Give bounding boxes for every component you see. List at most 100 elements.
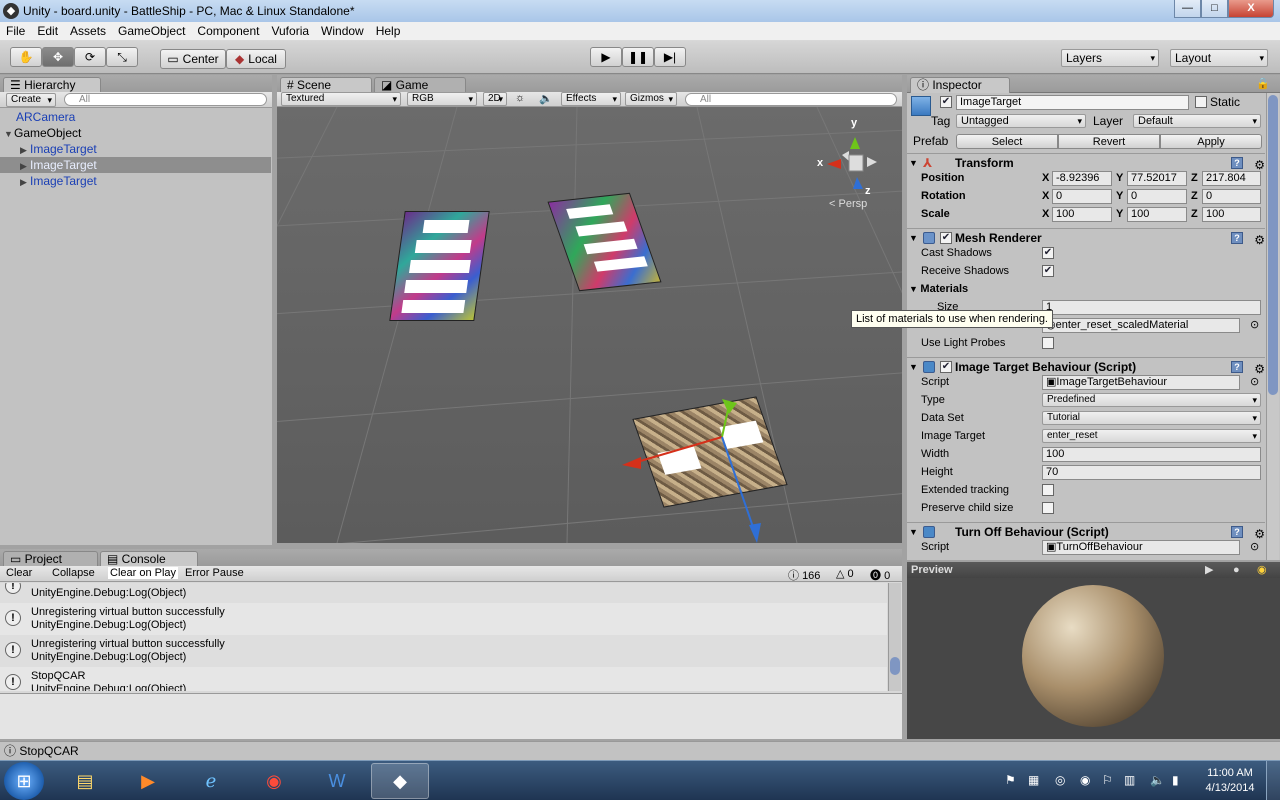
image-target-script-field[interactable]: ▣ImageTargetBehaviour: [1042, 375, 1240, 390]
rotation-z-input[interactable]: 0: [1202, 189, 1261, 204]
play-button[interactable]: ▶: [590, 47, 622, 67]
move-gizmo[interactable]: [277, 107, 902, 543]
tag-dropdown[interactable]: Untagged: [956, 114, 1086, 128]
expand-arrow-icon[interactable]: ▶: [20, 174, 30, 190]
layout-dropdown[interactable]: Layout: [1170, 49, 1268, 67]
object-name-input[interactable]: ImageTarget: [956, 95, 1189, 110]
maximize-button[interactable]: □: [1201, 0, 1228, 18]
prefab-apply-button[interactable]: Apply: [1160, 134, 1262, 149]
active-checkbox[interactable]: ✔: [940, 96, 952, 108]
collapse-button[interactable]: Collapse: [52, 567, 95, 579]
menu-edit[interactable]: Edit: [31, 24, 64, 38]
width-input[interactable]: 100: [1042, 447, 1261, 462]
tab-scene[interactable]: # Scene: [280, 77, 372, 93]
audio-toggle-icon[interactable]: 🔈: [539, 92, 553, 105]
turn-off-behaviour-header[interactable]: ▼ Turn Off Behaviour (Script) ? ⚙: [907, 522, 1265, 541]
position-y-input[interactable]: 77.52017: [1127, 171, 1187, 186]
hand-tool-icon[interactable]: ✋: [10, 47, 42, 67]
fold-arrow-icon[interactable]: ▼: [909, 154, 918, 172]
layers-dropdown[interactable]: Layers: [1061, 49, 1159, 67]
turn-off-script-field[interactable]: ▣TurnOffBehaviour: [1042, 540, 1240, 555]
device-tray-icon[interactable]: ▥: [1124, 773, 1135, 787]
dataset-dropdown[interactable]: Tutorial: [1042, 411, 1261, 425]
tab-project[interactable]: ▭ Project: [3, 551, 98, 567]
preview-sphere-icon[interactable]: ●: [1233, 562, 1240, 578]
menu-gameobject[interactable]: GameObject: [112, 24, 191, 38]
start-button[interactable]: ⊞: [4, 762, 44, 800]
log-count-toggle[interactable]: ⓘ 166: [788, 567, 820, 583]
position-x-input[interactable]: -8.92396: [1052, 171, 1112, 186]
gizmos-dropdown[interactable]: Gizmos: [625, 92, 677, 106]
transform-component-header[interactable]: ▼ ⅄ Transform ? ⚙: [907, 153, 1265, 172]
scale-y-input[interactable]: 100: [1127, 207, 1187, 222]
create-dropdown[interactable]: Create: [6, 93, 56, 107]
preview-play-icon[interactable]: ▶: [1205, 562, 1213, 578]
move-tool-icon[interactable]: ✥: [42, 47, 74, 67]
image-target-behaviour-header[interactable]: ▼ ✔ Image Target Behaviour (Script) ? ⚙: [907, 357, 1265, 376]
expand-arrow-icon[interactable]: ▼: [4, 126, 14, 142]
volume-tray-icon[interactable]: 🔈: [1150, 773, 1165, 787]
scene-view[interactable]: y x z < Persp: [277, 107, 902, 543]
rotation-x-input[interactable]: 0: [1052, 189, 1112, 204]
console-log-row[interactable]: ! Unregistering virtual button successfu…: [0, 603, 887, 635]
static-checkbox[interactable]: [1195, 96, 1207, 108]
orientation-gizmo[interactable]: y x z: [817, 117, 887, 207]
persp-label[interactable]: < Persp: [829, 198, 867, 210]
tab-hierarchy[interactable]: ☰ Hierarchy: [3, 77, 101, 93]
clear-button[interactable]: Clear: [6, 567, 32, 579]
help-icon[interactable]: ?: [1231, 361, 1243, 373]
network-tray-icon[interactable]: ⚑: [1005, 773, 1016, 787]
hierarchy-item-arcamera[interactable]: ARCamera: [0, 109, 271, 125]
media-player-taskbar-icon[interactable]: ▶: [119, 763, 177, 799]
scale-z-input[interactable]: 100: [1202, 207, 1261, 222]
menu-assets[interactable]: Assets: [64, 24, 112, 38]
error-count-toggle[interactable]: ⓿ 0: [870, 567, 890, 583]
flag-tray-icon[interactable]: ⚐: [1102, 773, 1113, 787]
pivot-center-button[interactable]: ▭ Center: [160, 49, 226, 69]
console-log-row[interactable]: ! Unregistering virtual button successfu…: [0, 635, 887, 667]
menu-component[interactable]: Component: [191, 24, 265, 38]
effects-dropdown[interactable]: Effects: [561, 92, 621, 106]
step-button[interactable]: ▶|: [654, 47, 686, 67]
menu-file[interactable]: File: [0, 24, 31, 38]
error-pause-button[interactable]: Error Pause: [185, 567, 244, 579]
clear-on-play-toggle[interactable]: Clear on Play: [108, 567, 179, 579]
console-scrollbar[interactable]: [888, 583, 901, 691]
render-mode-dropdown[interactable]: Textured: [281, 92, 401, 106]
image-target-enabled-checkbox[interactable]: ✔: [940, 361, 952, 373]
expand-arrow-icon[interactable]: ▶: [20, 142, 30, 158]
signal-tray-icon[interactable]: ▮: [1172, 773, 1179, 787]
scale-tool-icon[interactable]: ⤡: [106, 47, 138, 67]
chrome-tray-icon[interactable]: ◉: [1080, 773, 1090, 787]
extended-tracking-checkbox[interactable]: [1042, 484, 1054, 496]
receive-shadows-checkbox[interactable]: ✔: [1042, 265, 1054, 277]
lighting-toggle-icon[interactable]: ☼: [515, 92, 525, 104]
preview-light-icon[interactable]: ◉: [1257, 562, 1267, 578]
menu-vuforia[interactable]: Vuforia: [265, 24, 315, 38]
use-light-probes-checkbox[interactable]: [1042, 337, 1054, 349]
fold-arrow-icon[interactable]: ▼: [909, 229, 918, 247]
tab-console[interactable]: ▤ Console: [100, 551, 198, 567]
security-tray-icon[interactable]: ◎: [1055, 773, 1065, 787]
fold-arrow-icon[interactable]: ▼: [909, 523, 918, 541]
word-taskbar-icon[interactable]: W: [308, 763, 366, 799]
hierarchy-item-imagetarget-selected[interactable]: ▶ ImageTarget: [0, 157, 271, 173]
layer-dropdown[interactable]: Default: [1133, 114, 1261, 128]
hierarchy-item-imagetarget[interactable]: ▶ ImageTarget: [0, 173, 271, 189]
explorer-taskbar-icon[interactable]: ▤: [56, 763, 114, 799]
scene-search-input[interactable]: All: [685, 93, 897, 106]
gear-icon[interactable]: ⚙: [1254, 231, 1265, 249]
prefab-select-button[interactable]: Select: [956, 134, 1058, 149]
image-target-dropdown[interactable]: enter_reset: [1042, 429, 1261, 443]
inspector-scrollbar[interactable]: [1266, 93, 1279, 560]
object-picker-icon[interactable]: ⊙: [1250, 540, 1259, 553]
internet-explorer-taskbar-icon[interactable]: ℯ: [182, 763, 240, 799]
cast-shadows-checkbox[interactable]: ✔: [1042, 247, 1054, 259]
rotate-tool-icon[interactable]: ⟳: [74, 47, 106, 67]
tab-game[interactable]: ◪ Game: [374, 77, 466, 93]
rotation-y-input[interactable]: 0: [1127, 189, 1187, 204]
object-picker-icon[interactable]: ⊙: [1250, 375, 1259, 388]
display-tray-icon[interactable]: ▦: [1028, 773, 1039, 787]
help-icon[interactable]: ?: [1231, 157, 1243, 169]
mesh-renderer-component-header[interactable]: ▼ ✔ Mesh Renderer ? ⚙: [907, 228, 1265, 249]
